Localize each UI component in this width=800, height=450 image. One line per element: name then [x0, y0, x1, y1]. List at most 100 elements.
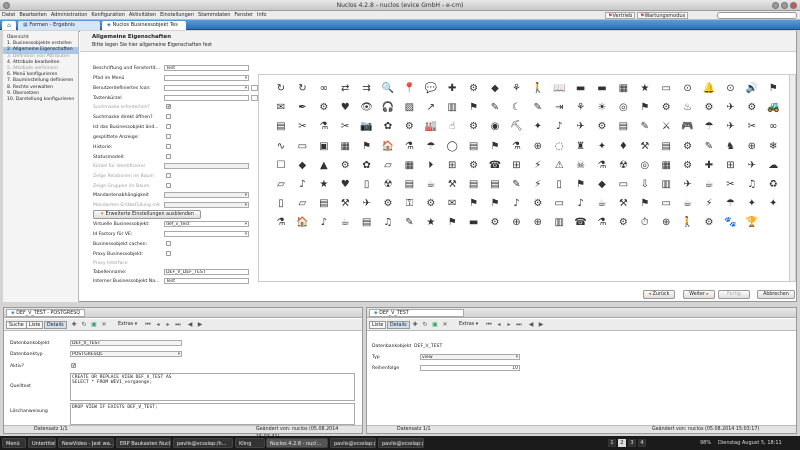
left-search-button[interactable]: Suche — [6, 321, 27, 329]
icon-option[interactable]: ☝ — [444, 119, 460, 135]
icon-option[interactable]: ▥ — [658, 177, 674, 193]
left-details-button[interactable]: Details — [44, 321, 67, 329]
icon-option[interactable]: ⚒ — [637, 139, 653, 155]
wizard-step[interactable]: 3. Definition von Attributen — [3, 54, 78, 60]
icon-option[interactable]: ⚡ — [530, 158, 546, 174]
virtual-bo-select[interactable]: def_v_test ▾ — [164, 221, 249, 227]
icon-option[interactable]: 🔊 — [744, 81, 760, 97]
menu-item[interactable]: Info — [255, 11, 268, 19]
icon-option[interactable]: ▨ — [401, 100, 417, 116]
icon-option[interactable]: ⚙ — [337, 158, 353, 174]
left-drop-textarea[interactable]: DROP VIEW IF EXISTS DEF_V_TEST; — [70, 403, 355, 425]
icon-option[interactable]: ✦ — [744, 196, 760, 212]
left-first-icon[interactable]: ⏮ — [144, 321, 152, 329]
icon-option[interactable]: ⚙ — [701, 100, 717, 116]
icon-option[interactable]: ☕ — [423, 177, 439, 193]
right-new-icon[interactable]: ✚ — [411, 321, 419, 329]
icon-option[interactable]: ✦ — [594, 139, 610, 155]
workspace-button[interactable]: 1 — [608, 439, 616, 447]
icon-option[interactable]: ✎ — [701, 139, 717, 155]
icon-option[interactable]: ▱ — [273, 177, 289, 193]
icon-option[interactable]: 🐾 — [722, 215, 738, 231]
right-next-icon[interactable]: ▸ — [505, 321, 513, 329]
client-created-select[interactable]: ▾ — [164, 202, 249, 208]
proxy-checkbox[interactable] — [166, 251, 171, 256]
icon-option[interactable]: ⚗ — [508, 139, 524, 155]
icon-option[interactable]: ◆ — [487, 81, 503, 97]
icon-option[interactable]: ☢ — [615, 158, 631, 174]
icon-option[interactable]: ◉ — [487, 119, 503, 135]
icon-option[interactable]: 🏭 — [423, 119, 439, 135]
workspace-button[interactable]: 4 — [638, 439, 646, 447]
icon-option[interactable]: ☕ — [594, 196, 610, 212]
left-db-object-input[interactable]: DEF_V_TEST — [70, 340, 182, 346]
icon-option[interactable]: ⚙ — [466, 158, 482, 174]
icon-option[interactable]: ⚑ — [466, 196, 482, 212]
workspace-button[interactable]: 2 — [618, 439, 626, 447]
right-first-icon[interactable]: ⏮ — [485, 321, 493, 329]
shortcut-color[interactable] — [251, 95, 258, 101]
left-active-checkbox[interactable] — [71, 363, 76, 369]
icon-option[interactable]: ▤ — [273, 119, 289, 135]
icon-option[interactable]: ⚙ — [423, 196, 439, 212]
right-type-select[interactable]: view ▾ — [420, 354, 520, 360]
icon-option[interactable]: ⊞ — [444, 158, 460, 174]
icon-option[interactable]: ⚙ — [701, 215, 717, 231]
menu-item[interactable]: Bearbeiten — [17, 11, 48, 19]
icon-option[interactable]: ∿ — [273, 139, 289, 155]
icon-option[interactable]: ▲ — [316, 158, 332, 174]
menu-item[interactable]: Konfiguration — [89, 11, 126, 19]
icon-option[interactable]: ⚗ — [594, 158, 610, 174]
icon-option[interactable]: ♪ — [316, 215, 332, 231]
icon-option[interactable]: ♥ — [337, 100, 353, 116]
icon-option[interactable]: ⚗ — [401, 139, 417, 155]
icon-option[interactable]: ✉ — [273, 100, 289, 116]
icon-option[interactable]: ▭ — [551, 196, 567, 212]
icon-option[interactable]: ⚙ — [530, 196, 546, 212]
icon-option[interactable]: ▦ — [337, 139, 353, 155]
menu-item[interactable]: Administration — [49, 11, 90, 19]
icon-option[interactable]: ♥ — [337, 177, 353, 193]
icon-option[interactable]: ▭ — [294, 139, 310, 155]
icon-option[interactable]: ⚿ — [401, 196, 417, 212]
right-back-icon[interactable]: ◀ — [527, 321, 535, 329]
expand-settings-button[interactable]: ✦ Erweiterte Einstellungen ausblenden — [93, 210, 201, 219]
icon-option[interactable]: 👁 — [359, 100, 375, 116]
taskbar-clock[interactable]: Dienstag August 5, 18:11 — [718, 440, 782, 446]
wizard-step[interactable]: 7. Bauminstellung definieren — [3, 78, 78, 84]
icon-option[interactable]: ▥ — [551, 215, 567, 231]
icon-option[interactable]: ↻ — [294, 81, 310, 97]
left-save-icon[interactable]: ▣ — [90, 321, 98, 329]
icon-option[interactable]: ✦ — [765, 196, 781, 212]
icon-option[interactable]: ▦ — [658, 158, 674, 174]
icon-option[interactable]: ⚑ — [487, 196, 503, 212]
taskbar-item[interactable]: pavlis@vcsslap:/h... — [378, 438, 424, 448]
icon-option[interactable]: ✈ — [680, 177, 696, 193]
icon-option[interactable]: ★ — [316, 177, 332, 193]
icon-option[interactable]: ▤ — [615, 119, 631, 135]
left-refresh-icon[interactable]: ↻ — [80, 321, 88, 329]
internal-name-input[interactable]: Test — [164, 278, 249, 284]
right-order-input[interactable]: 10 — [420, 365, 520, 371]
icon-option[interactable]: ▭ — [658, 81, 674, 97]
icon-option[interactable]: 📷 — [359, 119, 375, 135]
icon-option[interactable]: ☠ — [573, 158, 589, 174]
icon-option[interactable]: ◯ — [444, 139, 460, 155]
search-open-checkbox[interactable] — [166, 114, 171, 119]
icon-option[interactable]: ⚡ — [530, 177, 546, 193]
menu-item[interactable]: Datei — [0, 11, 17, 19]
icon-option[interactable]: ▯ — [551, 177, 567, 193]
icon-option[interactable]: ⚑ — [487, 139, 503, 155]
table-name-input[interactable]: DEF_V_DEF_TEST — [164, 269, 249, 275]
left-source-textarea[interactable]: CREATE OR REPLACE VIEW DEF_V_TEST AS SEL… — [70, 373, 355, 401]
right-refresh-icon[interactable]: ↻ — [421, 321, 429, 329]
taskbar-item[interactable]: ERP Baukasten Nucl... — [116, 438, 171, 448]
icon-option[interactable]: ⊕ — [744, 139, 760, 155]
left-delete-icon[interactable]: ✕ — [100, 321, 108, 329]
icon-option[interactable]: 🔔 — [701, 81, 717, 97]
icon-option[interactable]: ☕ — [680, 196, 696, 212]
icon-option[interactable]: ▤ — [466, 177, 482, 193]
icon-option[interactable]: ⚗ — [273, 215, 289, 231]
icon-option[interactable]: 🚶 — [530, 81, 546, 97]
icon-option[interactable]: ✦ — [530, 119, 546, 135]
